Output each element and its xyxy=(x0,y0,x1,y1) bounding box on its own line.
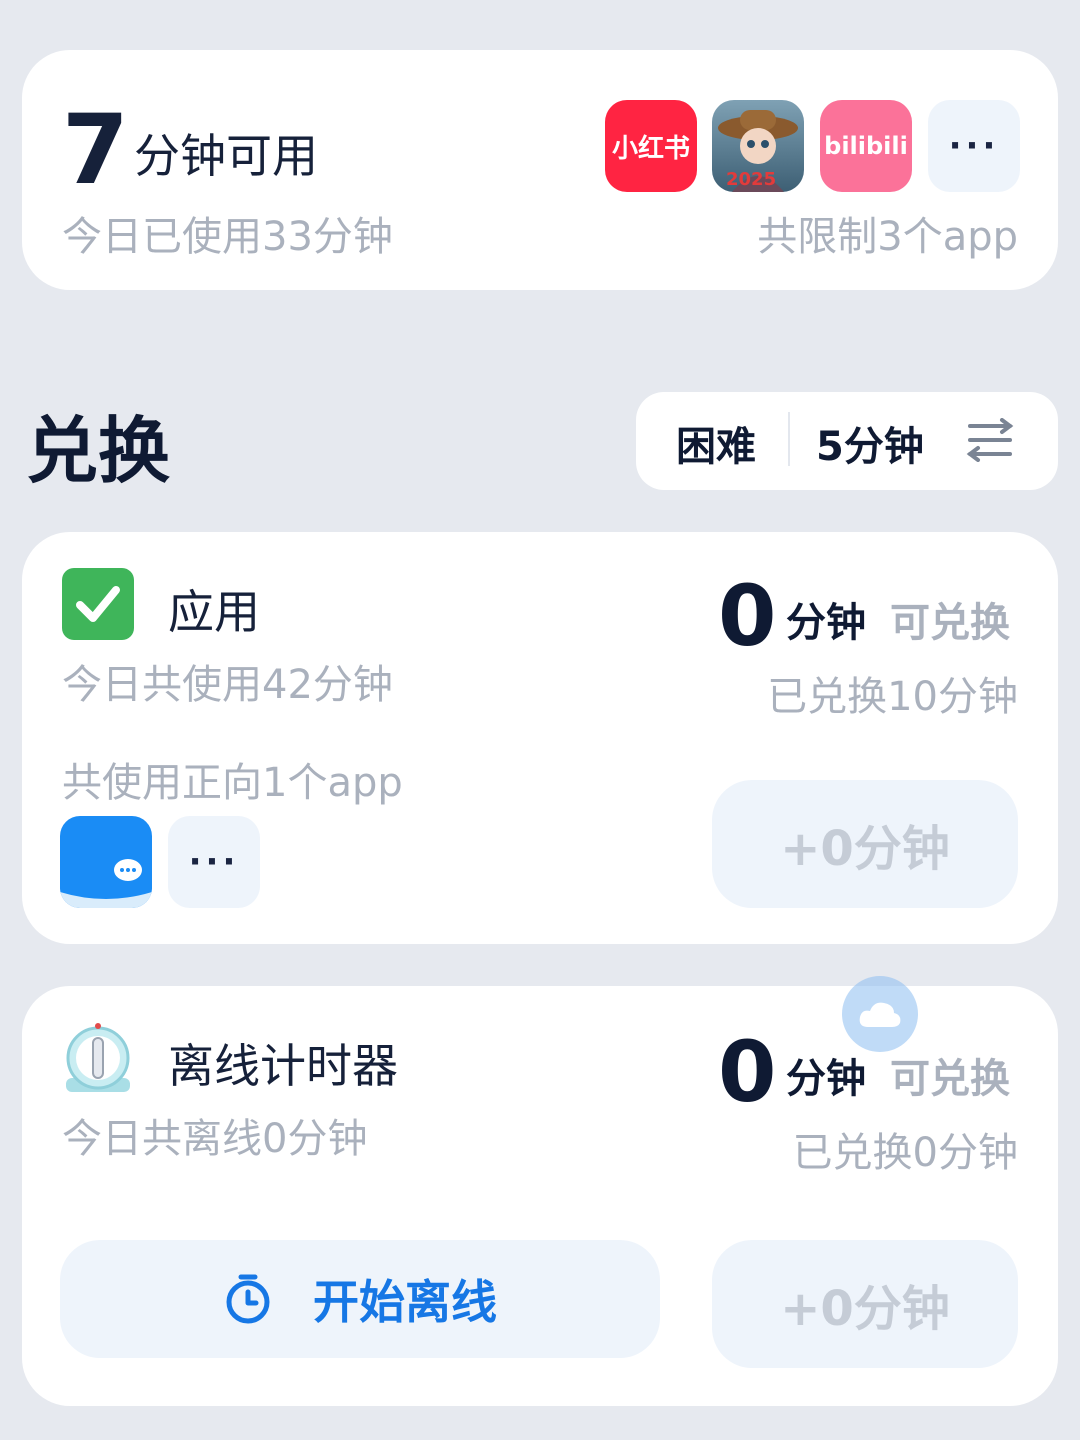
sliders-icon[interactable] xyxy=(966,418,1014,462)
app-unit: 分钟 xyxy=(786,600,866,646)
divider xyxy=(788,412,790,466)
limit-card[interactable]: 7 分钟可用 今日已使用33分钟 小红书 2025 bilibili ··· 共… xyxy=(22,50,1058,290)
duration-label: 5分钟 xyxy=(816,424,924,470)
stopwatch-icon xyxy=(226,1274,270,1324)
floating-assistant-button[interactable] xyxy=(842,976,918,1052)
start-offline-button[interactable]: 开始离线 xyxy=(60,1240,660,1358)
app-used-today: 今日共使用42分钟 xyxy=(62,662,393,708)
app-redeemed-text: 已兑换10分钟 xyxy=(767,674,1018,720)
bilibili-icon[interactable]: bilibili xyxy=(820,100,912,192)
used-today-text: 今日已使用33分钟 xyxy=(62,214,393,260)
offline-redeemable-label: 可兑换 xyxy=(890,1056,1010,1102)
cloud-icon xyxy=(859,1002,901,1027)
offline-redeemed-text: 已兑换0分钟 xyxy=(792,1130,1018,1176)
more-positive-apps-button[interactable]: ··· xyxy=(168,816,260,908)
app-redeemable-number: 0 xyxy=(718,567,777,665)
section-title-exchange: 兑换 xyxy=(26,409,171,493)
exchange-settings-pill[interactable]: 困难 5分钟 xyxy=(636,392,1058,490)
offline-today-text: 今日共离线0分钟 xyxy=(62,1116,368,1162)
available-minutes: 7 xyxy=(62,94,129,206)
checkmark-icon xyxy=(62,568,134,640)
difficulty-label: 困难 xyxy=(676,424,756,470)
offline-unit: 分钟 xyxy=(786,1056,866,1102)
app-redeem-button[interactable]: +0分钟 xyxy=(712,780,1018,908)
positive-apps-text: 共使用正向1个app xyxy=(62,760,403,806)
offline-redeem-button[interactable]: +0分钟 xyxy=(712,1240,1018,1368)
offline-redeemable-number: 0 xyxy=(718,1023,777,1121)
app-redeemable-label: 可兑换 xyxy=(890,600,1010,646)
offline-timer-card: 离线计时器 今日共离线0分钟 0 分钟 可兑换 已兑换0分钟 开始离线 +0分钟 xyxy=(22,986,1058,1406)
available-label: 分钟可用 xyxy=(134,129,318,183)
reading-app-icon[interactable] xyxy=(60,816,152,908)
app-usage-card: 应用 今日共使用42分钟 共使用正向1个app ··· 0 分钟 可兑换 已兑换… xyxy=(22,532,1058,944)
more-apps-button[interactable]: ··· xyxy=(928,100,1020,192)
xiaohongshu-icon[interactable]: 小红书 xyxy=(605,100,697,192)
app-card-title: 应用 xyxy=(168,585,260,639)
offline-card-title: 离线计时器 xyxy=(168,1039,398,1093)
limited-apps-text: 共限制3个app xyxy=(757,214,1018,260)
identity-v-game-icon[interactable]: 2025 xyxy=(712,100,804,192)
kitchen-timer-icon xyxy=(66,1023,130,1092)
